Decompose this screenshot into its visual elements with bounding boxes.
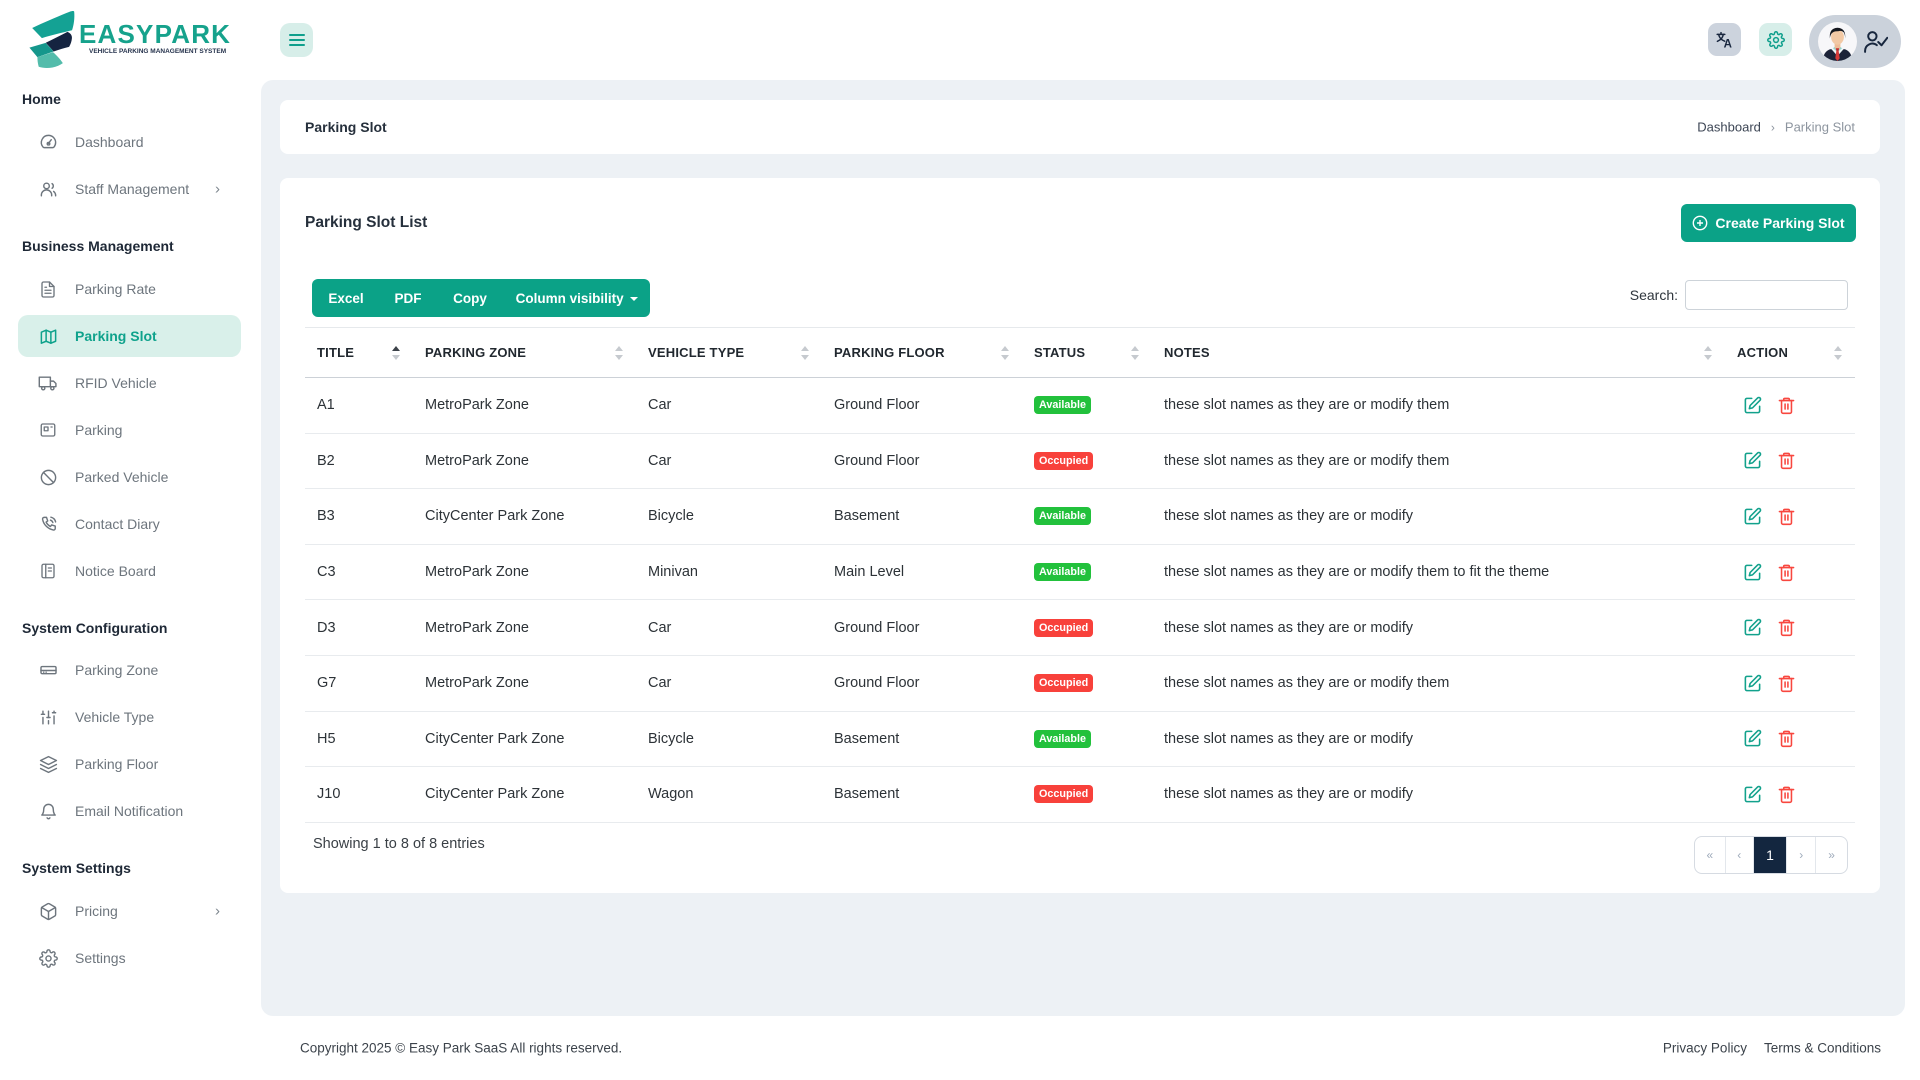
svg-text:A: A: [1724, 38, 1732, 49]
